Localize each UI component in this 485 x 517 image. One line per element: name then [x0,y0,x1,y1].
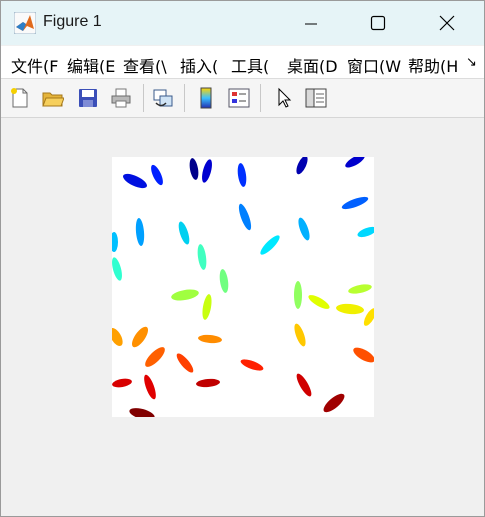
rice-grain [353,347,374,363]
rice-grain [189,158,199,180]
rice-grain [112,257,122,281]
save-button[interactable] [75,85,101,111]
rice-grain [123,173,147,189]
menu-insert[interactable]: 插入( [180,53,218,77]
rice-grain [144,374,156,400]
toolbar-separator [184,84,185,112]
menu-view[interactable]: 查看(\ [123,53,167,77]
rice-grain [219,269,229,293]
toolbar-separator [260,84,261,112]
rice-grain [202,294,212,320]
rice-grain [260,235,280,255]
rice-grain [176,353,194,373]
rice-grain [323,393,345,413]
edit-plot-arrow-icon [278,87,292,108]
rice-grain [112,327,123,347]
menu-overflow-icon[interactable]: ↘ [466,55,477,70]
rice-grain [171,289,199,301]
matlab-logo-icon [14,12,36,34]
rice-grain [131,326,149,348]
edit-plot-button[interactable] [271,85,297,111]
toolbar-separator [143,84,144,112]
close-button[interactable] [424,1,470,45]
menu-tools[interactable]: 工具( [231,53,269,77]
rice-grain [145,347,165,367]
new-figure-button[interactable] [7,85,33,111]
close-icon [439,15,455,31]
property-inspector-icon [305,88,327,108]
rice-grain [348,284,372,294]
property-inspector-button[interactable] [303,85,329,111]
minimize-button[interactable] [288,1,334,45]
rice-grain [240,359,264,371]
save-icon [79,89,97,107]
rice-grain [237,163,247,187]
maximize-icon [370,15,386,31]
image-axes[interactable] [112,157,374,417]
figure-window: Figure 1 文件(F 编辑(E 查看(\ 插入( 工具( 桌面(D 窗口(… [0,0,485,517]
rice-grain [345,157,365,168]
rice-grain [196,378,220,388]
rice-grain [296,157,308,175]
rice-grain [112,378,132,388]
open-file-icon [42,92,64,107]
rice-grain [135,218,145,246]
rice-grain [298,217,310,241]
menu-help[interactable]: 帮助(H [408,53,458,77]
new-figure-icon [11,88,28,108]
menu-desktop[interactable]: 桌面(D [287,53,338,77]
insert-colorbar-button[interactable] [193,85,219,111]
rice-grain [198,334,222,344]
window-title: Figure 1 [43,13,102,30]
rice-grain [294,281,302,309]
rice-grain [238,203,252,231]
menu-file[interactable]: 文件(F [11,53,58,77]
insert-legend-icon [228,88,250,108]
minimize-icon [305,23,317,25]
print-icon [111,88,131,108]
rice-grain [308,295,330,309]
rice-grain [129,408,155,417]
menu-bar: 文件(F 编辑(E 查看(\ 插入( 工具( 桌面(D 窗口(W 帮助(H ↘ [1,46,484,79]
insert-legend-button[interactable] [226,85,252,111]
title-bar[interactable]: Figure 1 [1,1,484,45]
rice-grain [336,303,364,315]
open-file-button[interactable] [40,85,66,111]
rice-grain [341,196,369,210]
figure-canvas[interactable] [1,118,484,516]
menu-edit[interactable]: 编辑(E [67,53,115,77]
rice-grain [294,323,306,347]
rice-grain [202,159,212,183]
maximize-button[interactable] [355,1,401,45]
link-plot-button[interactable] [150,85,176,111]
rice-grain [112,232,118,252]
link-plot-icon [153,89,173,107]
menu-window[interactable]: 窗口(W [347,53,401,77]
rice-grain [357,226,374,238]
insert-colorbar-icon [200,87,212,109]
labeled-grains-image [112,157,374,417]
print-button[interactable] [108,85,134,111]
rice-grain [197,244,207,270]
figure-toolbar [1,79,484,118]
rice-grain [178,221,190,245]
rice-grain [296,373,312,397]
rice-grain [151,164,163,186]
